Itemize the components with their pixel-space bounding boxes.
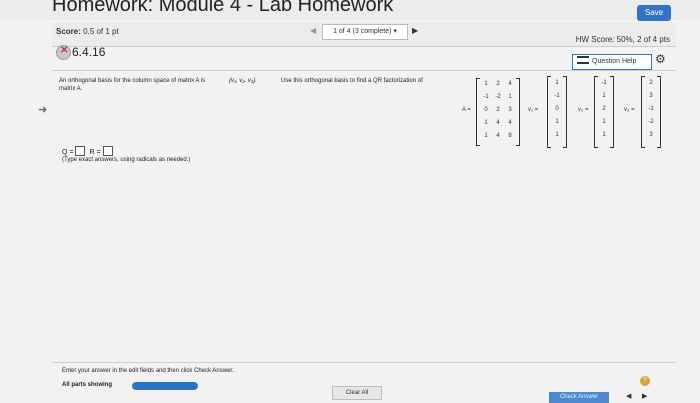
parts-progress-bar xyxy=(132,382,198,390)
prompt-text-3: matrix A. xyxy=(59,86,83,92)
matrix-a-cell: 1 xyxy=(508,94,512,100)
q-label: Q = xyxy=(62,149,74,156)
prev-arrow-icon[interactable]: ◀ xyxy=(310,26,316,35)
question-number: 6.4.16 xyxy=(72,45,106,59)
question-help-label: Question Help xyxy=(592,58,637,65)
list-icon xyxy=(577,56,589,64)
v3-label: v₃ = xyxy=(624,107,635,113)
check-answer-button[interactable]: Check Answer xyxy=(549,392,609,403)
progress-fill xyxy=(132,382,198,390)
answer-row: Q = R = xyxy=(62,146,115,156)
matrix-a-cell: 2 xyxy=(496,81,500,87)
r-input[interactable] xyxy=(102,146,113,156)
vector-v1: 1 -1 0 1 1 xyxy=(547,76,567,148)
v3-entry: 2 xyxy=(649,80,653,86)
matrix-a-cell: 4 xyxy=(496,120,500,126)
v1-entry: 0 xyxy=(555,106,559,112)
title-bar: Homework: Module 4 - Lab Homework Save xyxy=(0,0,700,21)
v1-label: v₁ = xyxy=(528,107,539,113)
question-id: ✕ 6.4.16 xyxy=(56,43,116,61)
matrix-a-cell: -1 xyxy=(483,94,489,100)
matrix-a-cell: 4 xyxy=(508,120,512,126)
divider xyxy=(52,70,676,71)
score-bar: Score: 0.5 of 1 pt ◀ 1 of 4 (3 complete)… xyxy=(52,22,676,47)
r-label: R = xyxy=(89,149,101,156)
v2-label: v₂ = xyxy=(578,107,589,113)
matrix-a-cell: 3 xyxy=(508,107,512,113)
screen: Homework: Module 4 - Lab Homework Save S… xyxy=(0,0,700,403)
v1-entry: 1 xyxy=(555,119,559,125)
matrix-a-cell: 1 xyxy=(484,81,488,87)
next-arrow-icon[interactable]: ▶ xyxy=(412,26,418,35)
incorrect-icon: ✕ xyxy=(56,45,71,60)
v2-entry: 1 xyxy=(602,93,606,99)
matrix-a-cell: 8 xyxy=(508,133,512,139)
expand-arrow-icon[interactable]: ➜ xyxy=(38,103,47,116)
vector-v3: 2 3 -1 -2 3 xyxy=(641,76,661,148)
matrix-a-cell: 1 xyxy=(484,120,488,126)
gear-icon[interactable]: ⚙ xyxy=(655,52,666,66)
q-input[interactable] xyxy=(75,146,86,156)
next-question-icon[interactable]: ▶ xyxy=(642,392,647,400)
v1-entry: -1 xyxy=(554,93,560,99)
v1-entry: 1 xyxy=(555,132,559,138)
question-nav: ◀ ▶ xyxy=(616,392,676,403)
score-value: 0.5 of 1 pt xyxy=(83,27,119,36)
save-button[interactable]: Save xyxy=(637,5,671,21)
vector-v2: -1 1 2 1 1 xyxy=(594,76,614,148)
footer-divider xyxy=(52,362,676,363)
prev-question-icon[interactable]: ◀ xyxy=(626,392,631,400)
question-help-button[interactable]: Question Help xyxy=(572,54,652,70)
score-text: Score: 0.5 of 1 pt xyxy=(56,27,119,36)
matrix-a-cell: 2 xyxy=(496,107,500,113)
v3-entry: 3 xyxy=(649,93,653,99)
v2-entry: -1 xyxy=(601,80,607,86)
matrix-a-cell: 4 xyxy=(508,81,512,87)
all-parts-label: All parts showing xyxy=(62,382,113,388)
matrix-a: 1 2 4 -1 -2 1 0 2 3 1 4 4 1 4 8 xyxy=(476,78,520,146)
prompt-vector-set: {v₁, v₂, v₃}. xyxy=(229,78,257,84)
v3-entry: -2 xyxy=(648,119,654,125)
prompt-text-2: Use this orthogonal basis to find a QR f… xyxy=(281,78,423,84)
v2-entry: 1 xyxy=(602,132,606,138)
matrix-a-cell: 1 xyxy=(484,133,488,139)
instructions: Enter your answer in the edit fields and… xyxy=(62,368,234,374)
v2-entry: 2 xyxy=(602,106,606,112)
v3-entry: 3 xyxy=(649,132,653,138)
question-selector[interactable]: 1 of 4 (3 complete) ▾ xyxy=(322,24,408,40)
score-label: Score: xyxy=(56,27,81,36)
v2-entry: 1 xyxy=(602,119,606,125)
v3-entry: -1 xyxy=(648,106,654,112)
v1-entry: 1 xyxy=(555,80,559,86)
page-title: Homework: Module 4 - Lab Homework xyxy=(52,0,394,16)
matrix-a-label: A = xyxy=(462,107,471,113)
matrix-a-cell: 0 xyxy=(484,107,488,113)
matrix-a-cell: -2 xyxy=(495,94,501,100)
answer-hint: (Type exact answers, using radicals as n… xyxy=(62,157,191,163)
help-icon[interactable]: ? xyxy=(640,376,650,386)
clear-all-button[interactable]: Clear All xyxy=(332,386,382,400)
matrix-a-cell: 4 xyxy=(496,133,500,139)
hw-score: HW Score: 50%, 2 of 4 pts xyxy=(575,35,670,44)
